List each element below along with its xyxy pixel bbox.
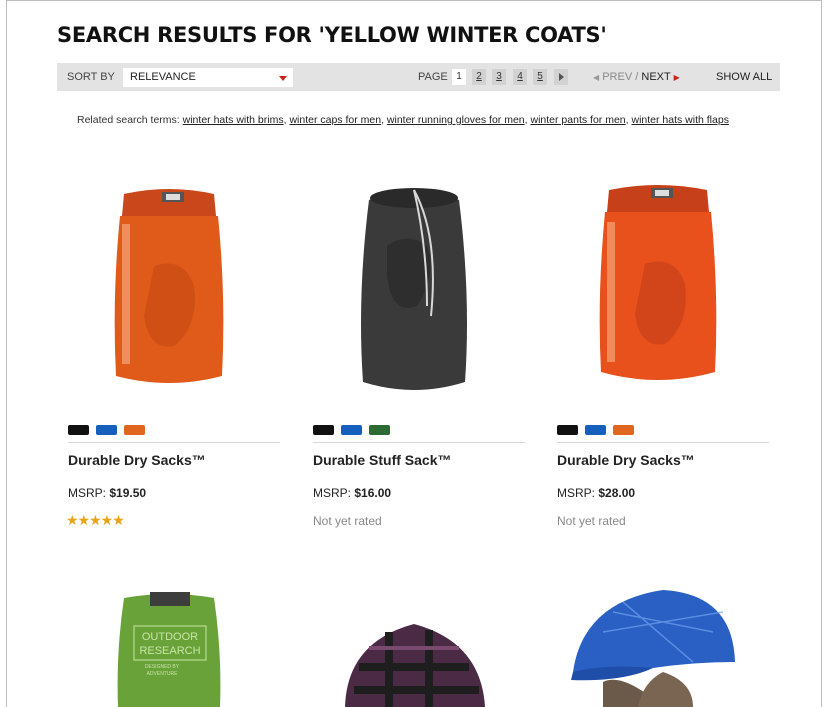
swatch-black[interactable] bbox=[557, 425, 578, 435]
prev-next-separator: / bbox=[635, 71, 639, 83]
product-image-stuff-sack[interactable] bbox=[299, 176, 529, 406]
price-value: $19.50 bbox=[109, 486, 147, 500]
related-term-link[interactable]: winter running gloves for men bbox=[387, 114, 525, 126]
related-term-link[interactable]: winter hats with flaps bbox=[631, 114, 728, 126]
price-value: $16.00 bbox=[354, 486, 392, 500]
swatch-blue[interactable] bbox=[585, 425, 606, 435]
star-rating-icon: ★★★★★ bbox=[66, 512, 125, 528]
product-price: MSRP: $28.00 bbox=[557, 486, 635, 500]
prev-arrow-icon: ◀ bbox=[593, 73, 600, 82]
page-link-3[interactable]: 3 bbox=[492, 69, 506, 85]
product-image-green-dry-sack[interactable]: OUTDOOR RESEARCH DESIGNED BY ADVENTURE bbox=[54, 572, 284, 707]
next-page-arrow-icon[interactable] bbox=[554, 69, 568, 85]
product-image-blue-cap[interactable] bbox=[543, 572, 773, 707]
product-image-dry-sack-red[interactable] bbox=[543, 176, 773, 406]
swatch-black[interactable] bbox=[68, 425, 89, 435]
rating-text: Not yet rated bbox=[313, 514, 382, 528]
page-link-4[interactable]: 4 bbox=[513, 69, 527, 85]
msrp-label: MSRP: bbox=[68, 486, 107, 500]
product-card bbox=[299, 572, 529, 707]
card-divider bbox=[313, 442, 525, 443]
product-card: Durable Dry Sacks™ MSRP: $19.50 ★★★★★ bbox=[54, 176, 284, 536]
product-name[interactable]: Durable Dry Sacks™ bbox=[557, 452, 695, 468]
price-value: $28.00 bbox=[598, 486, 636, 500]
swatch-blue[interactable] bbox=[96, 425, 117, 435]
card-divider bbox=[68, 442, 280, 443]
rating-text: Not yet rated bbox=[557, 514, 626, 528]
swatch-orange[interactable] bbox=[613, 425, 634, 435]
page-title: SEARCH RESULTS FOR 'YELLOW WINTER COATS' bbox=[57, 23, 607, 47]
product-name[interactable]: Durable Dry Sacks™ bbox=[68, 452, 206, 468]
brand-logo-text: DESIGNED BY bbox=[145, 664, 180, 670]
page-link-5[interactable]: 5 bbox=[533, 69, 547, 85]
next-arrow-icon: ▶ bbox=[673, 73, 680, 82]
swatch-black[interactable] bbox=[313, 425, 334, 435]
chevron-down-icon bbox=[279, 76, 287, 81]
color-swatches bbox=[557, 422, 641, 440]
page-label: PAGE bbox=[418, 71, 448, 83]
page-link-2[interactable]: 2 bbox=[472, 69, 486, 85]
prev-link[interactable]: PREV bbox=[602, 71, 632, 83]
brand-logo-text: RESEARCH bbox=[139, 645, 200, 657]
sort-value: RELEVANCE bbox=[130, 71, 196, 83]
product-image-dry-sack-orange[interactable] bbox=[54, 176, 284, 406]
product-card: Durable Dry Sacks™ MSRP: $28.00 Not yet … bbox=[543, 176, 773, 536]
color-swatches bbox=[313, 422, 397, 440]
related-term-link[interactable]: winter hats with brims bbox=[183, 114, 284, 126]
brand-logo-text: ADVENTURE bbox=[147, 671, 179, 677]
card-divider bbox=[557, 442, 769, 443]
sort-select[interactable]: RELEVANCE bbox=[123, 68, 293, 87]
prev-next-nav: ◀ PREV / NEXT ▶ bbox=[593, 71, 680, 83]
product-price: MSRP: $19.50 bbox=[68, 486, 146, 500]
product-card: OUTDOOR RESEARCH DESIGNED BY ADVENTURE bbox=[54, 572, 284, 707]
show-all-link[interactable]: SHOW ALL bbox=[716, 71, 772, 83]
sort-label: SORT BY bbox=[67, 71, 115, 83]
swatch-orange[interactable] bbox=[124, 425, 145, 435]
next-link[interactable]: NEXT bbox=[641, 71, 670, 83]
related-term-link[interactable]: winter caps for men bbox=[289, 114, 381, 126]
swatch-green[interactable] bbox=[369, 425, 390, 435]
product-name[interactable]: Durable Stuff Sack™ bbox=[313, 452, 451, 468]
swatch-blue[interactable] bbox=[341, 425, 362, 435]
color-swatches bbox=[68, 422, 152, 440]
msrp-label: MSRP: bbox=[557, 486, 596, 500]
product-image-plaid-cap[interactable] bbox=[299, 572, 529, 707]
product-price: MSRP: $16.00 bbox=[313, 486, 391, 500]
msrp-label: MSRP: bbox=[313, 486, 352, 500]
results-toolbar: SORT BY RELEVANCE PAGE 1 2 3 4 5 ◀ PREV … bbox=[57, 63, 780, 91]
product-card bbox=[543, 572, 773, 707]
related-label: Related search terms: bbox=[77, 114, 180, 126]
related-search-terms: Related search terms: winter hats with b… bbox=[77, 114, 729, 126]
related-term-link[interactable]: winter pants for men bbox=[531, 114, 626, 126]
page-link-1: 1 bbox=[452, 69, 466, 85]
product-card: Durable Stuff Sack™ MSRP: $16.00 Not yet… bbox=[299, 176, 529, 536]
brand-logo-text: OUTDOOR bbox=[142, 631, 198, 643]
